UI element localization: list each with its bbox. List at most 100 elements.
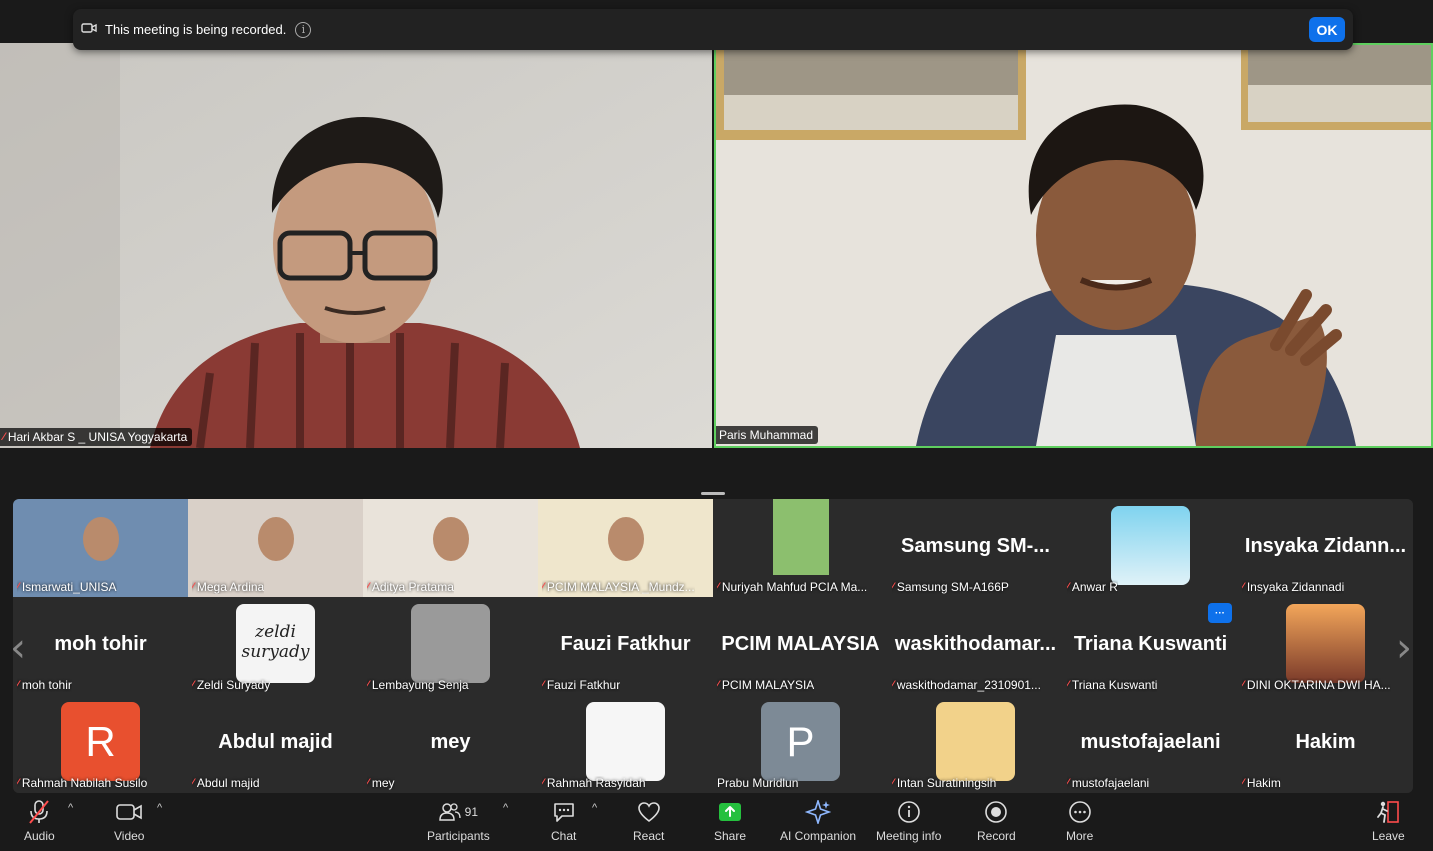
participant-name-tag: ⁄ Mega Ardina [192,580,264,594]
video-camera-icon [116,797,143,827]
leave-button[interactable]: Leave [1372,797,1405,843]
tile-more-options-button[interactable]: ··· [1208,603,1232,623]
participant-name-tag: ⁄ Intan Suratiningsih [892,776,996,790]
react-button[interactable]: React [633,797,664,843]
participant-display-name: Fauzi Fatkhur [560,633,691,655]
info-icon[interactable]: i [295,21,312,38]
participant-display-name: PCIM MALAYSIA [721,633,880,655]
participant-tile[interactable]: ⁄ Nuriyah Mahfud PCIA Ma... [713,499,888,597]
mic-muted-icon: ⁄ [367,777,369,789]
participant-gallery: ⁄ Ismarwati_UNISA ⁄ Mega Ardina ⁄ Aditya Prat… [13,499,1413,793]
mic-muted-icon: ⁄ [717,679,719,691]
participant-tile[interactable]: R ⁄ Rahmah Nabilah Susilo [13,695,188,793]
participant-display-name: waskithodamar... [894,633,1057,655]
participant-tile[interactable]: Fauzi Fatkhur ⁄ Fauzi Fatkhur [538,597,713,695]
participant-tile[interactable]: ⁄ Rahmah Rasyidah [538,695,713,793]
video-button[interactable]: Video [114,797,144,843]
video-options-caret[interactable]: ^ [157,802,162,814]
participant-tile[interactable]: ⁄ Aditya Pratama [363,499,538,597]
participant-tile[interactable]: ⁄ DINI OKTARINA DWI HA... [1238,597,1413,695]
participant-face [82,517,119,561]
video-label: Video [114,829,145,843]
participant-tile[interactable]: mustofajaelani ⁄ mustofajaelani [1063,695,1238,793]
ok-button[interactable]: OK [1309,17,1345,42]
participant-tile[interactable]: mey ⁄ mey [363,695,538,793]
participant-name-tag: ⁄ moh tohir [17,678,72,692]
participant-tile[interactable]: ⁄ Ismarwati_UNISA [13,499,188,597]
participants-label: Participants [427,829,490,843]
participant-name: Prabu Muridlun [717,776,799,790]
audio-label: Audio [24,829,55,843]
speaker-video-right[interactable]: Paris Muhammad [714,43,1433,448]
participant-name: Lembayung Senja [371,678,469,692]
mic-muted-icon: ⁄ [17,581,19,593]
resize-handle[interactable] [701,492,725,495]
meeting-info-button[interactable]: Meeting info [876,797,941,843]
participant-name: Fauzi Fatkhur [546,678,621,692]
more-button[interactable]: More [1066,797,1093,843]
participant-name: mustofajaelani [1071,776,1150,790]
audio-button[interactable]: Audio [24,797,55,843]
audio-options-caret[interactable]: ^ [68,802,73,814]
speaker-name-tag: Paris Muhammad [716,426,819,444]
share-button[interactable]: Share [714,797,746,843]
participant-tile[interactable]: Abdul majid ⁄ Abdul majid [188,695,363,793]
participant-name-tag: ⁄ mey [367,776,395,790]
gallery-next-arrow[interactable]: › [1396,625,1412,671]
participant-name-tag: ⁄ Anwar R [1067,580,1118,594]
participant-face [432,517,469,561]
participant-name-tag: Prabu Muridlun [717,776,798,790]
participant-name-tag: ⁄ Insyaka Zidannadi [1242,580,1344,594]
participant-name-tag: ⁄ Rahmah Rasyidah [542,776,646,790]
participant-name: Samsung SM-A166P [896,580,1009,594]
mic-muted-icon [27,797,51,827]
record-icon [984,797,1008,827]
participant-tile[interactable]: ⁄ PCIM MALAYSIA _Mundz... [538,499,713,597]
speaker-name-tag: ⁄ Hari Akbar S _ UNISA Yogyakarta [0,428,193,446]
chat-button[interactable]: Chat [551,797,576,843]
gallery-prev-arrow[interactable]: ‹ [10,625,26,671]
ai-companion-button[interactable]: AI Companion [780,797,856,843]
participant-name-tag: ⁄ Zeldi Suryady [192,678,270,692]
participants-button[interactable]: 91 Participants [427,797,490,843]
participant-name: PCIM MALAYSIA _Mundz... [546,580,695,594]
participant-tile[interactable]: Samsung SM-... ⁄ Samsung SM-A166P [888,499,1063,597]
participant-tile[interactable]: ⁄ Lembayung Senja [363,597,538,695]
participant-tile[interactable]: moh tohir ⁄ moh tohir [13,597,188,695]
participant-tile[interactable]: ⁄ Intan Suratiningsih [888,695,1063,793]
participant-avatar [936,702,1015,781]
avatar-logo-text: zeldi suryady [241,622,310,662]
participant-tile[interactable]: Insyaka Zidann... ⁄ Insyaka Zidannadi [1238,499,1413,597]
participant-name: Insyaka Zidannadi [1246,580,1345,594]
speaker-video-left[interactable]: ⁄ Hari Akbar S _ UNISA Yogyakarta [0,43,712,448]
participant-tile[interactable]: PCIM MALAYSIA ⁄ PCIM MALAYSIA [713,597,888,695]
participant-tile[interactable]: ⁄ Anwar R [1063,499,1238,597]
ai-companion-label: AI Companion [780,829,857,843]
chat-options-caret[interactable]: ^ [592,802,597,814]
participant-name-tag: ⁄ Rahmah Nabilah Susilo [17,776,147,790]
mic-muted-icon: ⁄ [367,679,369,691]
speaker-video-image [716,45,1431,446]
participant-name: DINI OKTARINA DWI HA... [1246,678,1391,692]
participant-avatar [1111,506,1190,585]
participant-name-tag: ⁄ Triana Kuswanti [1067,678,1157,692]
participants-options-caret[interactable]: ^ [503,802,508,814]
participant-avatar: zeldi suryady [236,604,315,683]
participant-tile[interactable]: ⁄ Mega Ardina [188,499,363,597]
participant-tile[interactable]: Hakim ⁄ Hakim [1238,695,1413,793]
mic-muted-icon: ⁄ [17,777,19,789]
participants-icon-group: 91 [438,797,478,827]
participant-name: Intan Suratiningsih [896,776,997,790]
participant-name-tag: ⁄ PCIM MALAYSIA [717,678,814,692]
participant-name-tag: ⁄ PCIM MALAYSIA _Mundz... [542,580,695,594]
participant-tile[interactable]: zeldi suryady ⁄ Zeldi Suryady [188,597,363,695]
mic-muted-icon: ⁄ [1242,679,1244,691]
mic-muted-icon: ⁄ [192,679,194,691]
participant-name: Zeldi Suryady [196,678,271,692]
record-button[interactable]: Record [977,797,1016,843]
participant-tile[interactable]: waskithodamar... ⁄ waskithodamar_2310901..… [888,597,1063,695]
participant-avatar: R [61,702,140,781]
participant-display-name: mustofajaelani [1080,731,1221,753]
speaker-name: Paris Muhammad [719,428,814,442]
participant-tile[interactable]: P Prabu Muridlun [713,695,888,793]
